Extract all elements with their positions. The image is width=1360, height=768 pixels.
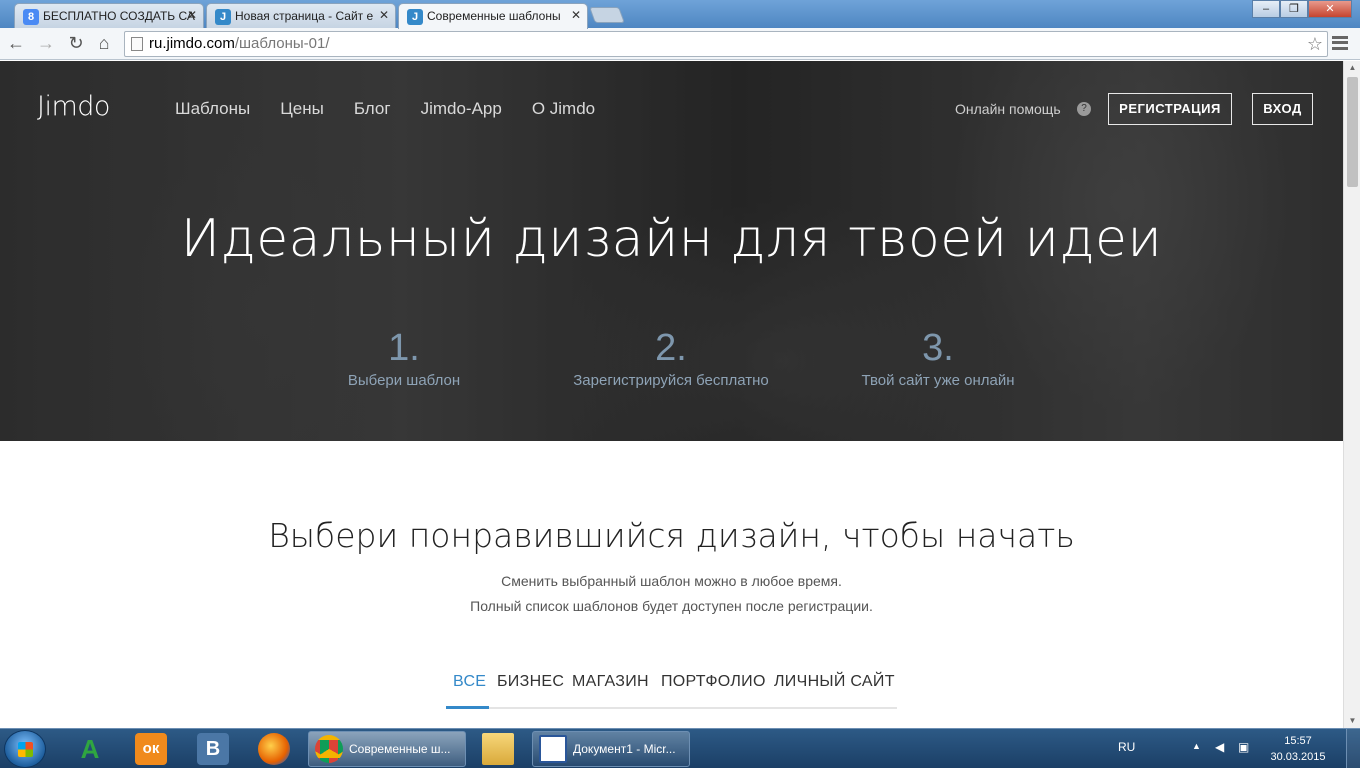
task-title: Современные ш... (349, 742, 451, 756)
hero-section: Jimdo Шаблоны Цены Блог Jimdo-App О Jimd… (0, 61, 1343, 441)
bookmark-star-icon[interactable]: ☆ (1307, 32, 1323, 56)
scroll-down-icon[interactable]: ▼ (1344, 714, 1360, 728)
system-clock[interactable]: 15:57 30.03.2015 (1266, 733, 1330, 765)
jimdo-logo[interactable]: Jimdo (37, 91, 110, 122)
nav-link-about[interactable]: О Jimdo (532, 99, 595, 119)
maximize-button[interactable]: ❐ (1280, 0, 1308, 18)
vertical-scrollbar[interactable]: ▲ ▼ (1343, 61, 1360, 728)
google-favicon-icon: 8 (23, 9, 39, 25)
step-1: 1. Выбери шаблон (274, 327, 534, 389)
url-path: /шаблоны-01/ (234, 35, 330, 52)
nav-link-templates[interactable]: Шаблоны (175, 99, 250, 119)
browser-tab[interactable]: 8 БЕСПЛАТНО СОЗДАТЬ СА ✕ (14, 3, 204, 28)
jimdo-favicon-icon: J (215, 9, 231, 25)
url-host: ru.jimdo.com (149, 35, 235, 52)
section-subtitle: Полный список шаблонов будет доступен по… (470, 598, 873, 614)
step-number: 1. (388, 327, 420, 369)
clock-date: 30.03.2015 (1270, 751, 1326, 763)
browser-toolbar: ← → ↻ ⌂ ru.jimdo.com/шаблоны-01/ ☆ (0, 28, 1360, 60)
show-desktop-button[interactable] (1346, 729, 1360, 768)
close-tab-icon[interactable]: ✕ (571, 8, 581, 22)
vkontakte-icon[interactable]: В (197, 733, 229, 765)
template-filter-tabs: ВСЕ БИЗНЕС МАГАЗИН ПОРТФОЛИО ЛИЧНЫЙ САЙТ (446, 665, 897, 709)
step-number: 2. (655, 327, 687, 369)
forward-icon[interactable]: → (34, 32, 58, 56)
section-subtitle: Сменить выбранный шаблон можно в любое в… (501, 573, 842, 589)
step-3: 3. Твой сайт уже онлайн (808, 327, 1068, 389)
register-button[interactable]: РЕГИСТРАЦИЯ (1108, 93, 1232, 125)
explorer-folder-icon[interactable] (482, 733, 514, 765)
nav-link-app[interactable]: Jimdo-App (421, 99, 502, 119)
language-indicator[interactable]: RU (1118, 740, 1135, 754)
firefox-icon[interactable] (258, 733, 290, 765)
step-label: Твой сайт уже онлайн (861, 372, 1015, 389)
filter-tab-all[interactable]: ВСЕ (453, 673, 486, 691)
filter-tab-portfolio[interactable]: ПОРТФОЛИО (661, 673, 766, 691)
app-a-icon[interactable]: A (74, 733, 106, 765)
close-window-button[interactable]: ✕ (1308, 0, 1352, 18)
reload-icon[interactable]: ↻ (64, 32, 88, 56)
windows-taskbar: A ок В Современные ш... Документ1 - Micr… (0, 728, 1360, 768)
taskbar-task-word[interactable]: Документ1 - Micr... (532, 731, 690, 767)
section-title: Выбери понравившийся дизайн, чтобы начат… (268, 516, 1075, 555)
volume-icon[interactable]: ◀ (1215, 740, 1224, 754)
home-icon[interactable]: ⌂ (92, 32, 116, 56)
page-icon (131, 37, 143, 51)
close-tab-icon[interactable]: ✕ (187, 8, 197, 22)
back-icon[interactable]: ← (4, 32, 28, 56)
filter-tab-personal[interactable]: ЛИЧНЫЙ САЙТ (774, 673, 895, 691)
browser-menu-icon[interactable] (1332, 36, 1348, 50)
active-tab-indicator (446, 706, 489, 709)
scroll-up-icon[interactable]: ▲ (1344, 61, 1360, 75)
scrollbar-thumb[interactable] (1347, 77, 1358, 187)
step-2: 2. Зарегистрируйся бесплатно (541, 327, 801, 389)
window-controls: – ❐ ✕ (1252, 0, 1352, 18)
filter-tab-business[interactable]: БИЗНЕС (497, 673, 564, 691)
browser-tab-active[interactable]: J Современные шаблоны ✕ (398, 3, 588, 29)
main-nav: Шаблоны Цены Блог Jimdo-App О Jimdo (175, 99, 595, 119)
step-label: Выбери шаблон (347, 372, 461, 389)
browser-tab[interactable]: J Новая страница - Сайт е ✕ (206, 3, 396, 28)
new-tab-button[interactable] (589, 7, 625, 23)
tab-title: Новая страница - Сайт е (235, 9, 374, 23)
start-button[interactable] (4, 730, 46, 768)
step-label: Зарегистрируйся бесплатно (573, 372, 769, 389)
page-viewport: Jimdo Шаблоны Цены Блог Jimdo-App О Jimd… (0, 61, 1343, 728)
browser-tab-strip: 8 БЕСПЛАТНО СОЗДАТЬ СА ✕ J Новая страниц… (0, 0, 1360, 29)
nav-link-prices[interactable]: Цены (280, 99, 324, 119)
tab-title: Современные шаблоны (427, 9, 561, 23)
jimdo-favicon-icon: J (407, 9, 423, 25)
task-title: Документ1 - Micr... (573, 742, 676, 756)
nav-link-blog[interactable]: Блог (354, 99, 391, 119)
taskbar-task-chrome[interactable]: Современные ш... (308, 731, 466, 767)
tray-expand-icon[interactable]: ▲ (1192, 741, 1201, 751)
network-icon[interactable]: ▣ (1238, 740, 1249, 754)
chrome-icon (315, 735, 343, 763)
word-icon (539, 735, 567, 763)
address-bar[interactable]: ru.jimdo.com/шаблоны-01/ ☆ (124, 31, 1328, 57)
login-button[interactable]: ВХОД (1252, 93, 1313, 125)
clock-time: 15:57 (1284, 735, 1312, 747)
online-help-link[interactable]: Онлайн помощь (955, 101, 1061, 117)
minimize-button[interactable]: – (1252, 0, 1280, 18)
tab-title: БЕСПЛАТНО СОЗДАТЬ СА (43, 9, 195, 23)
close-tab-icon[interactable]: ✕ (379, 8, 389, 22)
help-icon[interactable]: ? (1077, 102, 1091, 116)
filter-tab-shop[interactable]: МАГАЗИН (572, 673, 649, 691)
odnoklassniki-icon[interactable]: ок (135, 733, 167, 765)
hero-title: Идеальный дизайн для твоей идеи (180, 209, 1163, 269)
step-number: 3. (922, 327, 954, 369)
